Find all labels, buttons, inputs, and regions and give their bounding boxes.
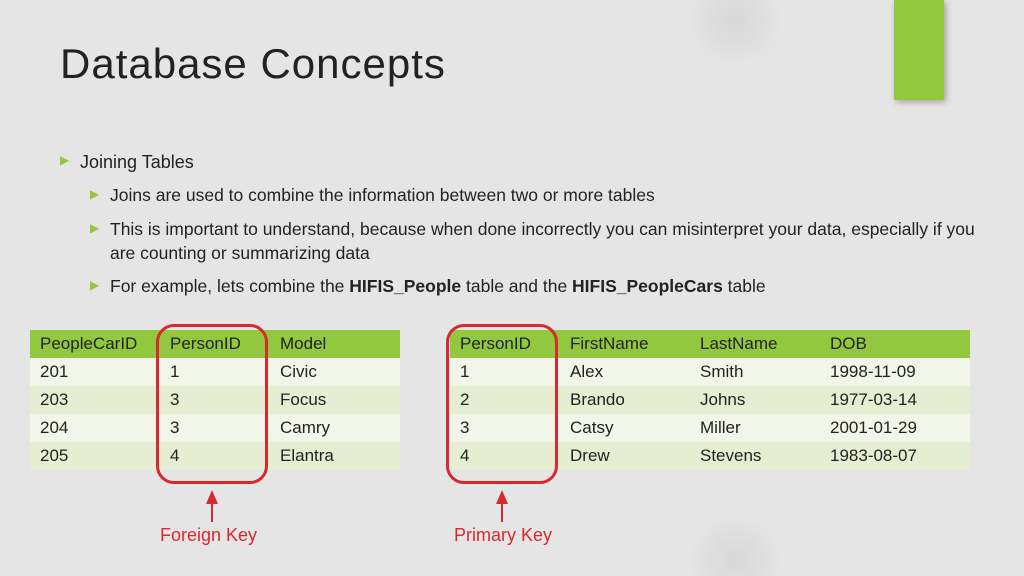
td: 3 [450, 414, 560, 442]
td: 2 [450, 386, 560, 414]
td: Focus [270, 386, 400, 414]
td: Camry [270, 414, 400, 442]
td: 4 [450, 442, 560, 470]
table-row: 2011Civic [30, 358, 400, 386]
t: HIFIS_People [349, 276, 461, 296]
table-people-cars: PeopleCarID PersonID Model 2011Civic 203… [30, 330, 400, 470]
bullet-sub2: This is important to understand, because… [90, 218, 984, 265]
td: 1 [160, 358, 270, 386]
td: Johns [690, 386, 820, 414]
bullet-sub1: Joins are used to combine the informatio… [90, 184, 984, 208]
arrow-stem [501, 502, 503, 522]
td: 1998-11-09 [820, 358, 970, 386]
accent-tab [894, 0, 944, 100]
td: Brando [560, 386, 690, 414]
bullet-sub3: For example, lets combine the HIFIS_Peop… [90, 275, 984, 299]
page-title: Database Concepts [60, 40, 446, 88]
table-row: 2054Elantra [30, 442, 400, 470]
content-area: Joining Tables Joins are used to combine… [60, 150, 984, 309]
td: 204 [30, 414, 160, 442]
td: Stevens [690, 442, 820, 470]
t: table and the [461, 276, 572, 296]
td: Smith [690, 358, 820, 386]
td: 3 [160, 386, 270, 414]
th: PersonID [450, 330, 560, 358]
table-row: 3CatsyMiller2001-01-29 [450, 414, 970, 442]
foreign-key-label: Foreign Key [160, 525, 257, 546]
t: HIFIS_PeopleCars [572, 276, 723, 296]
th: LastName [690, 330, 820, 358]
td: 3 [160, 414, 270, 442]
td: Civic [270, 358, 400, 386]
arrow-stem [211, 502, 213, 522]
td: 2001-01-29 [820, 414, 970, 442]
th: FirstName [560, 330, 690, 358]
td: Miller [690, 414, 820, 442]
td: 203 [30, 386, 160, 414]
bullet-main: Joining Tables [60, 150, 984, 174]
td: 1977-03-14 [820, 386, 970, 414]
table-row: 2033Focus [30, 386, 400, 414]
table-people: PersonID FirstName LastName DOB 1AlexSmi… [450, 330, 970, 470]
table-row: 4DrewStevens1983-08-07 [450, 442, 970, 470]
table-row: 2043Camry [30, 414, 400, 442]
td: 1 [450, 358, 560, 386]
th: Model [270, 330, 400, 358]
td: 205 [30, 442, 160, 470]
td: Alex [560, 358, 690, 386]
td: Catsy [560, 414, 690, 442]
table-row: 2BrandoJohns1977-03-14 [450, 386, 970, 414]
table-row: 1AlexSmith1998-11-09 [450, 358, 970, 386]
td: 201 [30, 358, 160, 386]
th: DOB [820, 330, 970, 358]
th: PeopleCarID [30, 330, 160, 358]
th: PersonID [160, 330, 270, 358]
t: table [723, 276, 766, 296]
t: For example, lets combine the [110, 276, 349, 296]
tables-area: PeopleCarID PersonID Model 2011Civic 203… [30, 330, 994, 470]
primary-key-label: Primary Key [454, 525, 552, 546]
td: Elantra [270, 442, 400, 470]
td: 4 [160, 442, 270, 470]
td: Drew [560, 442, 690, 470]
td: 1983-08-07 [820, 442, 970, 470]
